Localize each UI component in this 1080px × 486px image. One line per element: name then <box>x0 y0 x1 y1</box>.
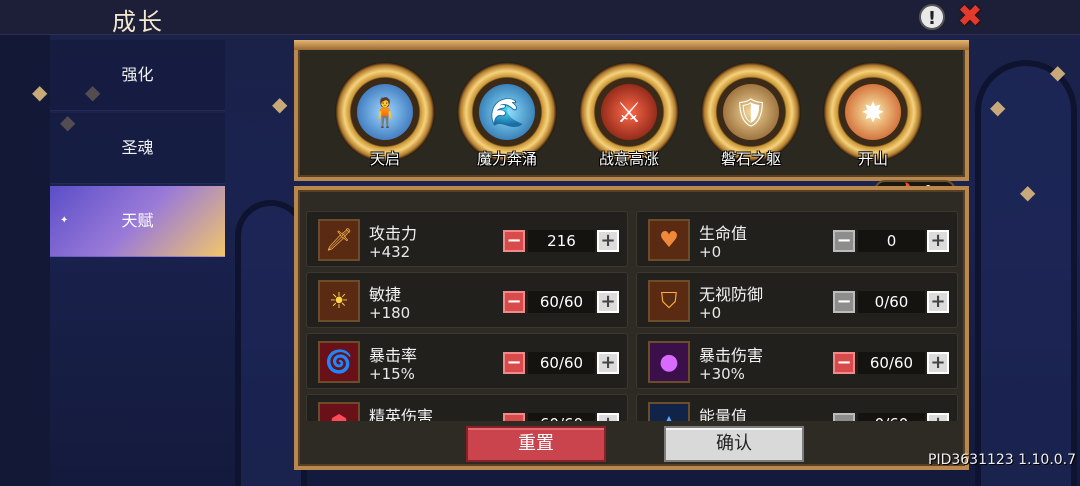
crit-orb-icon: ● <box>648 341 690 383</box>
heart-icon: ♥ <box>648 219 690 261</box>
sidebar: 强化 圣魂 天赋 <box>50 40 225 259</box>
skill-tianqi[interactable]: 🧍 天启 <box>330 62 440 183</box>
skill-label: 魔力奔涌 <box>476 150 537 168</box>
stat-value: 0 <box>858 230 925 252</box>
stat-value: 60/60 <box>528 413 595 421</box>
stat-name: 精英伤害 <box>369 407 434 421</box>
sword-icon: 🗡 <box>318 219 360 261</box>
figure-icon: 🧍 <box>357 84 413 140</box>
hanging-star-ornament: ◆ <box>1050 60 1066 84</box>
stat-row-energy: ▲ 能量值 − 0/60 + <box>636 394 958 421</box>
armor-icon: 🛡 <box>723 84 779 140</box>
stat-value: 60/60 <box>528 352 595 374</box>
sidebar-item-talent[interactable]: 天赋 <box>50 186 225 257</box>
sidebar-item-label: 强化 <box>121 65 154 84</box>
stat-value: 0/60 <box>858 413 925 421</box>
page-title: 成长 <box>112 8 164 36</box>
sidebar-item-enhance[interactable]: 强化 <box>50 40 225 111</box>
decrease-button[interactable]: − <box>833 291 855 313</box>
stat-row-agility: ☀ 敏捷 +180 − 60/60 + <box>306 272 628 328</box>
stat-row-hp: ♥ 生命值 +0 − 0 + <box>636 211 958 267</box>
increase-button[interactable]: + <box>927 230 949 252</box>
version-label: PID3631123 1.10.0.7 <box>928 452 1077 468</box>
close-x-icon[interactable]: ✖ <box>955 2 985 32</box>
increase-button[interactable]: + <box>597 413 619 421</box>
top-bar: 成长 ! ✖ <box>0 0 1080 36</box>
hanging-star-ornament: ◆ <box>1020 180 1036 204</box>
stat-row-attack: 🗡 攻击力 +432 − 216 + <box>306 211 628 267</box>
stat-value: 60/60 <box>528 291 595 313</box>
skill-label: 天启 <box>369 150 400 168</box>
skill-ring: ✸ <box>823 62 923 162</box>
stat-value: 60/60 <box>858 352 925 374</box>
shield-break-icon: ⛉ <box>648 280 690 322</box>
skill-list: 🧍 天启 🌊 魔力奔涌 ⚔ 战意高涨 🛡 磐石之躯 ✸ 开山 <box>330 62 950 174</box>
sidebar-item-label: 圣魂 <box>121 138 154 157</box>
stat-name: 暴击率 <box>369 346 418 365</box>
energy-icon: ▲ <box>648 402 690 421</box>
increase-button[interactable]: + <box>597 230 619 252</box>
skill-stone-body[interactable]: 🛡 磐石之躯 <box>696 62 806 183</box>
stat-value: 216 <box>528 230 595 252</box>
stat-name: 暴击伤害 <box>699 346 764 365</box>
skill-battle-fury[interactable]: ⚔ 战意高涨 <box>574 62 684 183</box>
decrease-button[interactable]: − <box>503 352 525 374</box>
stat-row-crit-damage: ● 暴击伤害 +30% − 60/60 + <box>636 333 958 389</box>
hanging-star-ornament: ◆ <box>32 80 48 104</box>
warrior-icon: ⚔ <box>601 84 657 140</box>
decrease-button[interactable]: − <box>503 230 525 252</box>
decrease-button[interactable]: − <box>833 413 855 421</box>
burst-icon: ✸ <box>845 84 901 140</box>
wave-icon: 🌊 <box>479 84 535 140</box>
stat-row-elite-damage: ☗ 精英伤害 − 60/60 + <box>306 394 628 421</box>
stat-row-ignore-defense: ⛉ 无视防御 +0 − 0/60 + <box>636 272 958 328</box>
exclamation-icon[interactable]: ! <box>919 4 945 30</box>
stat-bonus: +432 <box>369 243 411 261</box>
stat-value: 0/60 <box>858 291 925 313</box>
stat-name: 能量值 <box>699 407 748 421</box>
stat-row-crit-rate: 🌀 暴击率 +15% − 60/60 + <box>306 333 628 389</box>
stat-bonus: +0 <box>699 243 722 261</box>
hanging-star-ornament: ◆ <box>272 92 288 116</box>
stat-name: 生命值 <box>699 224 748 243</box>
elite-icon: ☗ <box>318 402 360 421</box>
increase-button[interactable]: + <box>927 352 949 374</box>
decrease-button[interactable]: − <box>833 230 855 252</box>
increase-button[interactable]: + <box>927 413 949 421</box>
stat-name: 无视防御 <box>699 285 764 304</box>
decrease-button[interactable]: − <box>833 352 855 374</box>
increase-button[interactable]: + <box>597 291 619 313</box>
stat-bonus: +0 <box>699 304 722 322</box>
increase-button[interactable]: + <box>597 352 619 374</box>
skill-mana-surge[interactable]: 🌊 魔力奔涌 <box>452 62 562 183</box>
skill-ring: ⚔ <box>579 62 679 162</box>
decrease-button[interactable]: − <box>503 291 525 313</box>
reset-button[interactable]: 重置 <box>466 426 606 462</box>
skill-ring: 🌊 <box>457 62 557 162</box>
crit-swirl-icon: 🌀 <box>318 341 360 383</box>
skill-ring: 🧍 <box>335 62 435 162</box>
stat-bonus: +15% <box>369 365 415 383</box>
stat-name: 攻击力 <box>369 224 418 243</box>
stat-bonus: +180 <box>369 304 411 322</box>
skill-label: 战意高涨 <box>598 150 659 168</box>
skill-ring: 🛡 <box>701 62 801 162</box>
hanging-star-ornament: ◆ <box>990 95 1006 119</box>
decrease-button[interactable]: − <box>503 413 525 421</box>
confirm-button[interactable]: 确认 <box>664 426 804 462</box>
stats-scroll-area[interactable]: 🗡 攻击力 +432 − 216 + ♥ 生命值 +0 − 0 + ☀ 敏捷 +… <box>306 207 958 421</box>
increase-button[interactable]: + <box>927 291 949 313</box>
sidebar-item-label: 天赋 <box>121 211 154 230</box>
sun-icon: ☀ <box>318 280 360 322</box>
skill-label: 磐石之躯 <box>720 150 781 168</box>
stat-bonus: +30% <box>699 365 745 383</box>
sidebar-item-holy-soul[interactable]: 圣魂 <box>50 113 225 184</box>
skill-label: 开山 <box>857 150 888 168</box>
panel-trim <box>294 40 969 50</box>
stat-name: 敏捷 <box>369 285 402 304</box>
skill-mountain-split[interactable]: ✸ 开山 <box>818 62 928 183</box>
